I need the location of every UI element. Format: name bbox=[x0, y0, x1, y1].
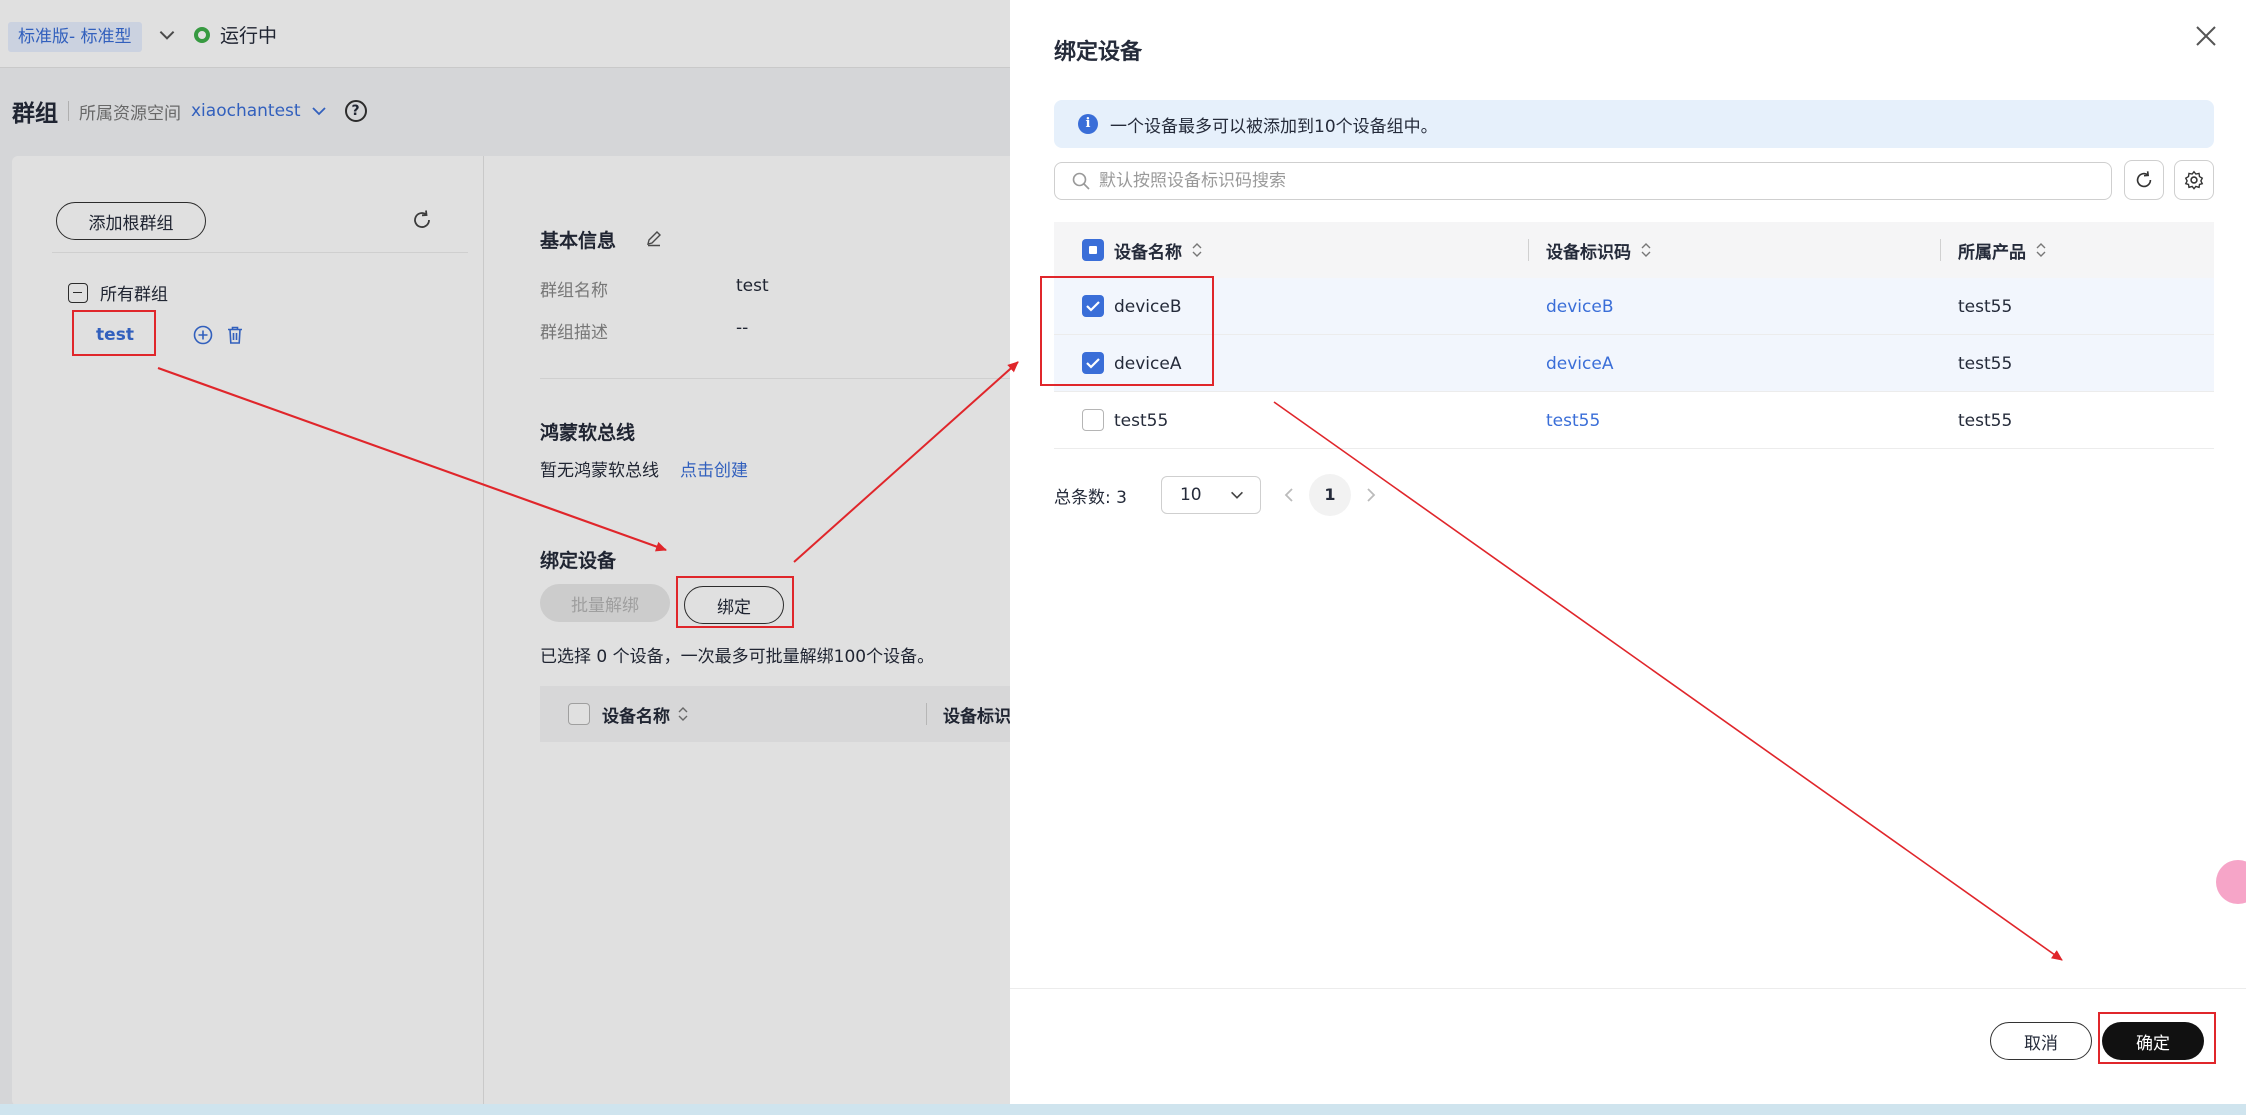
column-header-label: 设备名称 bbox=[1114, 242, 1182, 263]
table-row[interactable]: deviceA deviceA test55 bbox=[1054, 335, 2214, 392]
device-name-cell: test55 bbox=[1114, 410, 1169, 431]
chevron-down-icon bbox=[1230, 491, 1243, 499]
product-cell: test55 bbox=[1958, 410, 2013, 431]
drawer-title: 绑定设备 bbox=[1054, 40, 1143, 65]
product-cell: test55 bbox=[1958, 296, 2013, 317]
column-separator bbox=[1940, 239, 1941, 261]
column-header-product[interactable]: 所属产品 bbox=[1958, 222, 2048, 278]
column-header-device-id[interactable]: 设备标识码 bbox=[1546, 222, 1653, 278]
row-checkbox[interactable] bbox=[1082, 409, 1104, 431]
chevron-right-icon[interactable] bbox=[1361, 485, 1381, 505]
notice-text: 一个设备最多可以被添加到10个设备组中。 bbox=[1110, 116, 1438, 137]
confirm-button[interactable]: 确定 bbox=[2102, 1022, 2204, 1060]
device-name-cell: deviceA bbox=[1114, 353, 1182, 374]
total-count: 总条数: 3 bbox=[1054, 487, 1127, 508]
column-separator bbox=[1528, 239, 1529, 261]
sort-icon[interactable] bbox=[1190, 241, 1204, 259]
search-box[interactable] bbox=[1054, 162, 2112, 200]
close-icon[interactable] bbox=[2190, 20, 2222, 52]
sort-icon[interactable] bbox=[2034, 241, 2048, 259]
page-size-select[interactable]: 10 bbox=[1160, 476, 1261, 514]
search-input[interactable] bbox=[1099, 171, 2079, 191]
bind-device-drawer: 绑定设备 i 一个设备最多可以被添加到10个设备组中。 设备名称 设备标识码 bbox=[1010, 0, 2246, 1104]
search-icon bbox=[1072, 172, 1090, 190]
chevron-left-icon[interactable] bbox=[1279, 485, 1299, 505]
select-all-checkbox[interactable] bbox=[1082, 239, 1104, 261]
column-header-device-name[interactable]: 设备名称 bbox=[1114, 222, 1204, 278]
refresh-icon bbox=[2136, 171, 2152, 188]
cancel-button[interactable]: 取消 bbox=[1990, 1022, 2092, 1060]
bottom-strip bbox=[0, 1104, 2246, 1115]
table-row[interactable]: test55 test55 test55 bbox=[1054, 392, 2214, 449]
table-header: 设备名称 设备标识码 所属产品 bbox=[1054, 222, 2214, 278]
column-header-label: 所属产品 bbox=[1958, 242, 2026, 263]
device-id-link[interactable]: deviceA bbox=[1546, 335, 1613, 392]
modal-mask[interactable] bbox=[0, 0, 1010, 1115]
device-name-cell: deviceB bbox=[1114, 296, 1182, 317]
refresh-button[interactable] bbox=[2124, 160, 2164, 200]
pagination: 总条数: 3 10 1 bbox=[1054, 474, 1381, 516]
device-id-link[interactable]: test55 bbox=[1546, 392, 1600, 449]
gear-icon bbox=[2184, 170, 2204, 190]
table-row[interactable]: deviceB deviceB test55 bbox=[1054, 278, 2214, 335]
row-checkbox[interactable] bbox=[1082, 352, 1104, 374]
settings-button[interactable] bbox=[2174, 160, 2214, 200]
column-header-label: 设备标识码 bbox=[1546, 242, 1631, 263]
notice-banner: i 一个设备最多可以被添加到10个设备组中。 bbox=[1054, 100, 2214, 148]
sort-icon[interactable] bbox=[1639, 241, 1653, 259]
page-number-current[interactable]: 1 bbox=[1308, 474, 1351, 516]
floating-assistant-icon[interactable] bbox=[2216, 860, 2246, 904]
row-checkbox[interactable] bbox=[1082, 295, 1104, 317]
product-cell: test55 bbox=[1958, 353, 2013, 374]
device-id-link[interactable]: deviceB bbox=[1546, 278, 1614, 335]
page-size-value: 10 bbox=[1179, 485, 1202, 505]
footer-divider bbox=[1010, 988, 2246, 989]
info-icon: i bbox=[1078, 114, 1098, 134]
device-table: 设备名称 设备标识码 所属产品 deviceB deviceB test55 d… bbox=[1054, 222, 2214, 449]
